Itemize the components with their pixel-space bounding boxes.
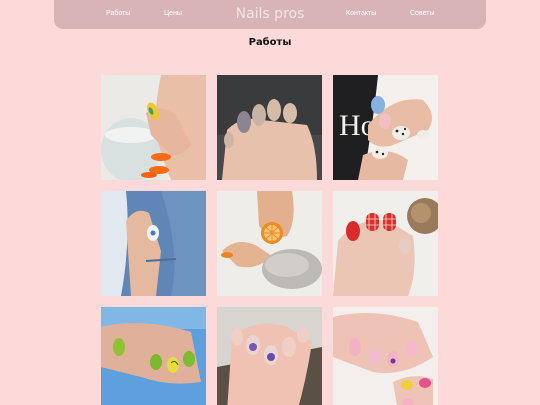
photo-tile-5[interactable] <box>217 191 322 296</box>
photo-tile-7[interactable] <box>101 307 206 405</box>
page: Работы Цены Nails pros Контакты Советы Р… <box>0 0 540 405</box>
photo-tile-8[interactable] <box>217 307 322 405</box>
photo-image: Hol <box>333 75 438 180</box>
photo-tile-3[interactable]: Hol <box>333 75 438 180</box>
photo-image <box>217 75 322 180</box>
photo-tile-1[interactable] <box>101 75 206 180</box>
photo-image <box>217 307 322 405</box>
photo-image <box>101 191 206 296</box>
photo-image <box>101 307 206 405</box>
photo-tile-4[interactable] <box>101 191 206 296</box>
nav-link-tips[interactable]: Советы <box>410 10 435 17</box>
photo-image <box>333 191 438 296</box>
photo-tile-6[interactable] <box>333 191 438 296</box>
section-title: Работы <box>248 37 292 48</box>
photo-image <box>101 75 206 180</box>
photo-tile-2[interactable] <box>217 75 322 180</box>
top-navbar: Работы Цены Nails pros Контакты Советы <box>54 0 486 29</box>
photo-image <box>217 191 322 296</box>
nav-link-contacts[interactable]: Контакты <box>346 10 376 17</box>
photo-grid: Hol <box>101 75 438 405</box>
photo-image <box>333 307 438 405</box>
photo-tile-9[interactable] <box>333 307 438 405</box>
